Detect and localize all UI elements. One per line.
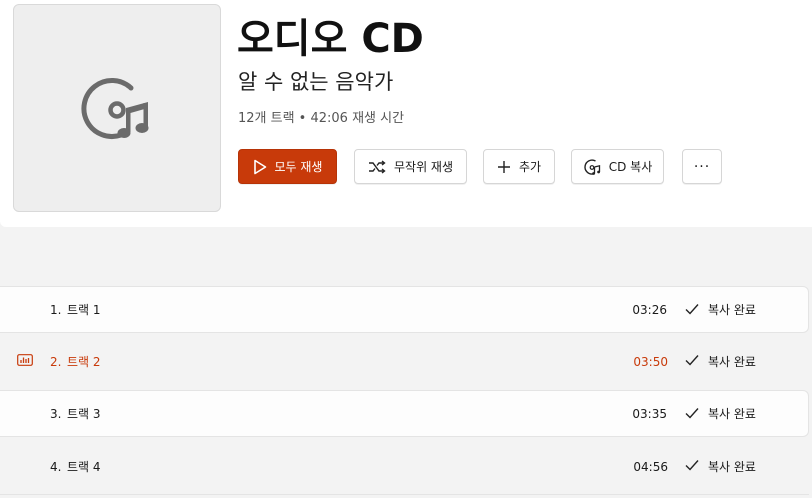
cd-rip-icon (584, 158, 600, 175)
shuffle-label: 무작위 재생 (393, 160, 453, 174)
track-row[interactable]: 3. 트랙 3 03:35 복사 완료 (0, 390, 809, 437)
track-duration: 04:56 (633, 459, 668, 474)
check-icon (685, 408, 699, 419)
track-duration: 03:35 (632, 406, 667, 421)
play-all-label: 모두 재생 (274, 160, 323, 174)
rip-status: 복사 완료 (708, 460, 756, 474)
shuffle-button[interactable]: 무작위 재생 (354, 149, 467, 184)
track-row[interactable]: 4. 트랙 4 04:56 복사 완료 (0, 443, 809, 490)
plus-icon (497, 160, 510, 173)
track-row-playing[interactable]: 2. 트랙 2 03:50 복사 완료 (0, 338, 809, 385)
track-duration: 03:50 (633, 354, 668, 369)
track-title: 트랙 2 (67, 355, 101, 369)
album-art (13, 4, 221, 212)
now-playing-icon (17, 354, 33, 366)
track-number: 3. (50, 406, 62, 421)
track-number: 1. (50, 302, 62, 317)
check-icon (685, 355, 699, 366)
music-disc-icon (81, 78, 149, 139)
shuffle-icon (368, 159, 386, 174)
rip-status: 복사 완료 (708, 407, 756, 421)
play-icon (253, 159, 266, 174)
track-duration: 03:26 (632, 302, 667, 317)
add-label: 추가 (518, 160, 542, 174)
add-button[interactable]: 추가 (483, 149, 555, 184)
album-meta: 12개 트랙 • 42:06 재생 시간 (238, 111, 405, 126)
more-options-button[interactable]: ··· (682, 149, 722, 184)
check-icon (685, 304, 699, 315)
track-title: 트랙 4 (67, 460, 101, 474)
album-artist[interactable]: 알 수 없는 음악가 (238, 66, 393, 96)
track-title: 트랙 1 (67, 303, 101, 317)
list-divider (0, 494, 809, 495)
rip-cd-label: CD 복사 (608, 160, 653, 174)
track-row[interactable]: 1. 트랙 1 03:26 복사 완료 (0, 286, 809, 333)
rip-status: 복사 완료 (708, 303, 756, 317)
track-number: 4. (50, 459, 62, 474)
more-icon: ··· (693, 158, 711, 175)
track-number: 2. (50, 354, 62, 369)
rip-status: 복사 완료 (708, 355, 756, 369)
check-icon (685, 460, 699, 471)
album-header: 오디오 CD 알 수 없는 음악가 12개 트랙 • 42:06 재생 시간 모… (0, 0, 812, 227)
play-all-button[interactable]: 모두 재생 (238, 149, 337, 184)
album-title: 오디오 CD (237, 16, 424, 62)
rip-cd-button[interactable]: CD 복사 (571, 149, 664, 184)
track-title: 트랙 3 (67, 407, 101, 421)
